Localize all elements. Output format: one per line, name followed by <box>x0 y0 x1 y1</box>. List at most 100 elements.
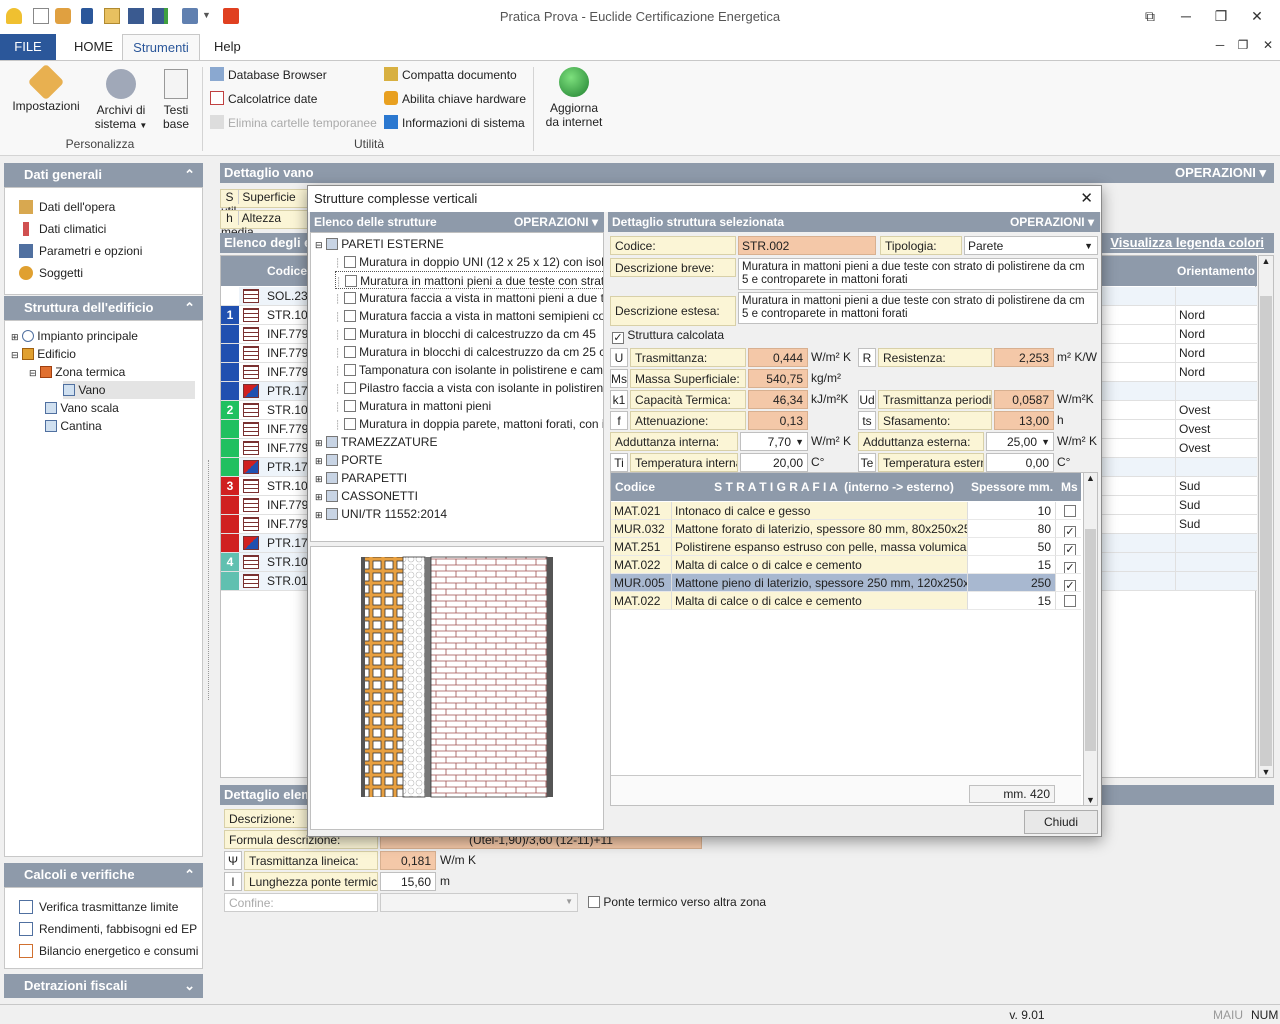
ribbon-minimize-icon[interactable]: ─ <box>1210 38 1230 52</box>
desc-estesa-input[interactable]: Muratura in mattoni pieni a due teste co… <box>738 292 1098 324</box>
tree-structure-item[interactable]: ┊ Muratura in mattoni pieni a due teste … <box>335 271 603 289</box>
panel-header[interactable]: Struttura dell'edificio ⌃ <box>4 296 203 320</box>
database-browser-button[interactable]: Database Browser <box>210 65 327 85</box>
tree-group[interactable]: ⊞ TRAMEZZATURE <box>315 433 437 451</box>
strat-spessore[interactable]: 50 <box>967 538 1055 556</box>
tree-group[interactable]: ⊞ UNI/TR 11552:2014 <box>315 505 447 523</box>
dettaglio-operazioni-menu[interactable]: OPERAZIONI ▾ <box>1010 212 1094 232</box>
tab-help[interactable]: Help <box>202 34 253 60</box>
tab-file[interactable]: FILE <box>0 34 56 60</box>
panel-header[interactable]: Calcoli e verifiche ⌃ <box>4 863 203 887</box>
strat-spessore[interactable]: 10 <box>967 502 1055 520</box>
strat-row[interactable]: MAT.021 Intonaco di calce e gesso 10 <box>611 502 1081 520</box>
close-button[interactable]: ✕ <box>1247 8 1267 25</box>
ms-checkbox[interactable]: ✓ <box>1064 526 1076 537</box>
temp-int-input[interactable]: 20,00 <box>740 453 808 472</box>
tree-structure-item[interactable]: ┊ Muratura in doppio UNI (12 x 25 x 12) … <box>335 253 603 271</box>
calcolatrice-date-button[interactable]: Calcolatrice date <box>210 89 317 109</box>
tipologia-select[interactable]: Parete ▼ <box>964 236 1098 255</box>
codice-value[interactable]: STR.002 <box>738 236 876 255</box>
strat-row[interactable]: MUR.005 Mattone pieno di laterizio, spess… <box>611 574 1081 592</box>
strat-spessore[interactable]: 15 <box>967 556 1055 574</box>
collapse-icon[interactable]: ⌃ <box>184 163 195 187</box>
desc-breve-input[interactable]: Muratura in mattoni pieni a due teste co… <box>738 258 1098 290</box>
tree-group[interactable]: ⊞ CASSONETTI <box>315 487 418 505</box>
aggiorna-button[interactable]: Aggiorna da internet <box>540 67 608 129</box>
link-bilancio[interactable]: Bilancio energetico e consumi <box>5 940 202 962</box>
operazioni-menu[interactable]: OPERAZIONI ▾ <box>1175 163 1266 183</box>
tree-vano[interactable]: Vano <box>63 381 195 399</box>
tree-structure-item[interactable]: ┊ Muratura faccia a vista in mattoni pie… <box>335 289 603 307</box>
link-dati-climatici[interactable]: Dati climatici <box>5 218 202 240</box>
legenda-link[interactable]: Visualizza legenda colori <box>1110 233 1264 253</box>
impostazioni-button[interactable]: Impostazioni <box>8 63 84 113</box>
ribbon-restore-icon[interactable]: ❐ <box>1233 38 1253 52</box>
scroll-thumb[interactable] <box>1085 529 1096 751</box>
tree-structure-item[interactable]: ┊ Muratura in mattoni pieni <box>335 397 491 415</box>
abilita-chiave-button[interactable]: Abilita chiave hardware <box>384 89 526 109</box>
tree-cantina[interactable]: Cantina <box>45 417 102 435</box>
ms-checkbox[interactable]: ✓ <box>1064 562 1076 573</box>
tree-group[interactable]: ⊞ PORTE <box>315 451 382 469</box>
ponte-checkbox[interactable] <box>588 896 600 908</box>
link-parametri[interactable]: Parametri e opzioni <box>5 240 202 262</box>
ms-checkbox[interactable]: ✓ <box>1064 544 1076 555</box>
link-soggetti[interactable]: Soggetti <box>5 262 202 284</box>
strat-scrollbar[interactable]: ▲ ▼ <box>1083 473 1097 805</box>
strat-row[interactable]: MAT.022 Malta di calce o di calce e cemen… <box>611 556 1081 574</box>
ponte-checkbox-row[interactable]: Ponte termico verso altra zona <box>588 895 766 909</box>
ribbon-close-icon[interactable]: ✕ <box>1258 38 1278 52</box>
tree-structure-item[interactable]: ┊ Tamponatura con isolante in polistiren… <box>335 361 603 379</box>
dialog-close-icon[interactable]: ✕ <box>1080 186 1093 212</box>
tab-strumenti[interactable]: Strumenti <box>122 34 200 60</box>
link-dati-opera[interactable]: Dati dell'opera <box>5 196 202 218</box>
tree-structure-item[interactable]: ┊ Muratura in blocchi di calcestruzzo da… <box>335 325 596 343</box>
tree-zona-termica[interactable]: ⊟ Zona termica <box>29 363 125 381</box>
splitter[interactable] <box>208 460 212 700</box>
strat-spessore[interactable]: 80 <box>967 520 1055 538</box>
temp-est-input[interactable]: 0,00 <box>986 453 1054 472</box>
struttura-calcolata-checkbox[interactable]: ✓ <box>612 332 624 344</box>
restore-window-icon[interactable]: ⧉ <box>1140 8 1160 25</box>
chiudi-button[interactable]: Chiudi <box>1024 810 1098 834</box>
strat-row[interactable]: MAT.022 Malta di calce o di calce e cemen… <box>611 592 1081 610</box>
panel-header[interactable]: Dati generali ⌃ <box>4 163 203 187</box>
table-scrollbar[interactable]: ▲ ▼ <box>1258 255 1274 778</box>
strat-row[interactable]: MAT.251 Polistirene espanso estruso con p… <box>611 538 1081 556</box>
ms-checkbox[interactable] <box>1064 505 1076 517</box>
tree-group[interactable]: ⊞ PARAPETTI <box>315 469 407 487</box>
tree-structure-item[interactable]: ┊ Muratura in blocchi di calcestruzzo da… <box>335 343 603 361</box>
lunghezza-input[interactable]: 15,60 <box>380 872 436 891</box>
link-verifica[interactable]: Verifica trasmittanze limite <box>5 896 202 918</box>
tree-structure-item[interactable]: ┊ Pilastro faccia a vista con isolante i… <box>335 379 603 397</box>
link-rendimenti[interactable]: Rendimenti, fabbisogni ed EP <box>5 918 202 940</box>
strat-row[interactable]: MUR.032 Mattone forato di laterizio, spes… <box>611 520 1081 538</box>
adduttanza-int-select[interactable]: 7,70 ▼ <box>740 432 808 451</box>
archivi-button[interactable]: Archivi di sistema ▼ <box>90 69 152 133</box>
minimize-button[interactable]: ─ <box>1176 8 1196 24</box>
scroll-thumb[interactable] <box>1260 296 1272 766</box>
testi-base-button[interactable]: Testi base <box>156 69 196 131</box>
scroll-down-icon[interactable]: ▼ <box>1259 767 1273 777</box>
ms-checkbox[interactable]: ✓ <box>1064 580 1076 591</box>
tree-impianto[interactable]: ⊞ Impianto principale <box>11 327 138 345</box>
elenco-operazioni-menu[interactable]: OPERAZIONI ▾ <box>514 212 598 232</box>
compatta-button[interactable]: Compatta documento <box>384 65 517 85</box>
expand-icon[interactable]: ⌄ <box>184 974 195 998</box>
collapse-icon[interactable]: ⌃ <box>184 863 195 887</box>
tree-edificio[interactable]: ⊟ Edificio <box>11 345 76 363</box>
scroll-down-icon[interactable]: ▼ <box>1084 795 1097 805</box>
scroll-up-icon[interactable]: ▲ <box>1084 473 1097 483</box>
scroll-up-icon[interactable]: ▲ <box>1259 256 1273 266</box>
info-sistema-button[interactable]: Informazioni di sistema <box>384 113 525 133</box>
tree-structure-item[interactable]: ┊ Muratura in doppia parete, mattoni for… <box>335 415 603 433</box>
struttura-calcolata-row[interactable]: ✓ Struttura calcolata <box>612 328 724 344</box>
collapse-icon[interactable]: ⌃ <box>184 296 195 320</box>
maximize-button[interactable]: ❐ <box>1211 8 1231 25</box>
confine-select[interactable]: ▼ <box>380 893 578 912</box>
tree-pareti-esterne[interactable]: ⊟ PARETI ESTERNE <box>315 235 444 253</box>
panel-header[interactable]: Detrazioni fiscali ⌄ <box>4 974 203 998</box>
tree-structure-item[interactable]: ┊ Muratura faccia a vista in mattoni sem… <box>335 307 603 325</box>
ms-checkbox[interactable] <box>1064 595 1076 607</box>
adduttanza-est-select[interactable]: 25,00 ▼ <box>986 432 1054 451</box>
